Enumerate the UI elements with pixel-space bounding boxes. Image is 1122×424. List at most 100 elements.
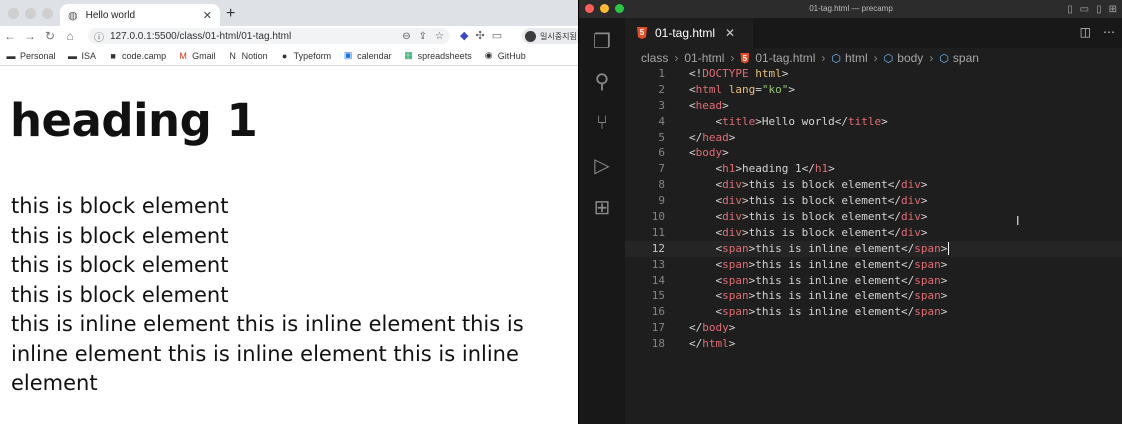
bookmark-gmail[interactable]: M Gmail	[178, 51, 215, 61]
minimize-window-button[interactable]	[25, 8, 36, 19]
code-line[interactable]: 9 <div>this is block element</div>	[625, 193, 1122, 209]
code-line[interactable]: 15 <span>this is inline element</span>	[625, 288, 1122, 304]
code-line[interactable]: 17 </body>	[625, 320, 1122, 336]
breadcrumb-item[interactable]: body	[897, 51, 923, 65]
maximize-window-button[interactable]	[615, 4, 624, 13]
bookmark-codecamp[interactable]: ■ code.camp	[108, 51, 166, 61]
forward-arrow-icon[interactable]: →	[20, 29, 40, 43]
code-line[interactable]: 14 <span>this is inline element</span>	[625, 273, 1122, 289]
bookmark-isa[interactable]: ▬ ISA	[68, 51, 96, 61]
code-text[interactable]: <span>this is inline element</span>	[689, 288, 948, 304]
code-line[interactable]: 4 <title>Hello world</title>	[625, 114, 1122, 130]
close-window-button[interactable]	[585, 4, 594, 13]
sidebar-icon[interactable]: ▭	[492, 29, 502, 42]
code-text[interactable]: <html lang="ko">	[689, 82, 795, 98]
avatar	[525, 30, 536, 42]
back-arrow-icon[interactable]: ←	[0, 29, 20, 43]
code-text[interactable]: <body>	[689, 145, 729, 161]
address-bar[interactable]: ⓘ 127.0.0.1:5500/class/01-html/01-tag.ht…	[88, 28, 450, 44]
profile-button[interactable]: 일시중지됨	[522, 28, 578, 44]
breadcrumb-item[interactable]: span	[953, 51, 979, 65]
code-line[interactable]: 8 <div>this is block element</div>	[625, 177, 1122, 193]
code-text[interactable]: <title>Hello world</title>	[689, 114, 888, 130]
url-text[interactable]: 127.0.0.1:5500/class/01-html/01-tag.html	[110, 31, 394, 42]
tab-label: 01-tag.html	[655, 26, 716, 40]
code-line[interactable]: 12 <span>this is inline element</span>	[625, 241, 1122, 257]
breadcrumb: class › 01-html › 5 01-tag.html › ⬡ html…	[641, 50, 979, 66]
source-control-icon[interactable]: ⑂	[587, 108, 617, 138]
breadcrumb-item[interactable]: html	[845, 51, 868, 65]
code-text[interactable]: </body>	[689, 320, 735, 336]
code-text[interactable]: <span>this is inline element</span>	[689, 304, 948, 320]
block-element-text: this is block element	[11, 253, 229, 277]
activity-bar: ❐ ⚲ ⑂ ▷ ⊞	[579, 18, 625, 424]
code-text[interactable]: <div>this is block element</div>	[689, 209, 928, 225]
new-tab-button[interactable]: +	[226, 5, 235, 23]
code-text[interactable]: <div>this is block element</div>	[689, 225, 928, 241]
code-text[interactable]: </html>	[689, 336, 735, 352]
code-text[interactable]: <div>this is block element</div>	[689, 177, 928, 193]
home-icon[interactable]: ⌂	[60, 29, 80, 43]
run-debug-icon[interactable]: ▷	[587, 150, 617, 180]
code-text[interactable]: <span>this is inline element</span>	[689, 257, 948, 273]
code-line[interactable]: 10 <div>this is block element</div>	[625, 209, 1122, 225]
code-line[interactable]: 1 <!DOCTYPE html>	[625, 66, 1122, 82]
bookmark-typeform[interactable]: ● Typeform	[280, 51, 331, 61]
code-text[interactable]: </head>	[689, 130, 735, 146]
code-text[interactable]: <div>this is block element</div>	[689, 193, 928, 209]
code-text[interactable]: <span>this is inline element</span>	[689, 241, 950, 257]
bookmark-personal[interactable]: ▬ Personal	[6, 51, 56, 61]
toggle-secondary-sidebar-icon[interactable]: ▯	[1096, 1, 1102, 19]
bookmark-notion[interactable]: N Notion	[228, 51, 267, 61]
code-line[interactable]: 5 </head>	[625, 130, 1122, 146]
line-number: 13	[651, 257, 665, 271]
reload-icon[interactable]: ↻	[40, 29, 60, 43]
customize-layout-icon[interactable]: ⊞	[1109, 1, 1117, 19]
line-number: 18	[651, 337, 665, 351]
more-actions-icon[interactable]: ⋯	[1103, 25, 1115, 39]
search-icon[interactable]: ⚲	[587, 66, 617, 96]
browser-tab-bar: ◍ Hello world ✕ +	[0, 0, 578, 26]
zoom-icon[interactable]: ⊖	[402, 31, 410, 42]
extension-diamond-icon[interactable]: ◆	[460, 29, 468, 42]
code-line[interactable]: 18 </html>	[625, 336, 1122, 352]
code-line[interactable]: 6 <body>	[625, 145, 1122, 161]
breadcrumb-item[interactable]: 01-html	[684, 51, 724, 65]
breadcrumb-item[interactable]: 01-tag.html	[755, 51, 815, 65]
code-text[interactable]: <!DOCTYPE html>	[689, 66, 788, 82]
code-text[interactable]: <head>	[689, 98, 729, 114]
code-text[interactable]: <h1>heading 1</h1>	[689, 161, 835, 177]
code-line[interactable]: 3 <head>	[625, 98, 1122, 114]
browser-tab-hello-world[interactable]: ◍ Hello world ✕	[60, 4, 220, 26]
code-line[interactable]: 7 <h1>heading 1</h1>	[625, 161, 1122, 177]
code-editor[interactable]: 1 <!DOCTYPE html> 2 <html lang="ko"> 3 <head>…	[625, 66, 1122, 352]
toggle-sidebar-icon[interactable]: ▯	[1067, 1, 1073, 19]
site-info-icon[interactable]: ⓘ	[94, 29, 104, 44]
code-line[interactable]: 13 <span>this is inline element</span>	[625, 257, 1122, 273]
split-editor-icon[interactable]: ◫	[1080, 25, 1091, 39]
tab-01-tag-html[interactable]: 5 01-tag.html ✕	[625, 18, 753, 48]
extensions-puzzle-icon[interactable]: ✣	[475, 29, 484, 42]
close-window-button[interactable]	[8, 8, 19, 19]
extensions-area: ◆ ✣ ▭	[460, 29, 502, 42]
toggle-panel-icon[interactable]: ▭	[1080, 1, 1089, 19]
extensions-icon[interactable]: ⊞	[587, 192, 617, 222]
code-line[interactable]: 2 <html lang="ko">	[625, 82, 1122, 98]
breadcrumb-item[interactable]: class	[641, 51, 668, 65]
bookmark-github[interactable]: ◉ GitHub	[484, 50, 526, 61]
minimize-window-button[interactable]	[600, 4, 609, 13]
code-line[interactable]: 16 <span>this is inline element</span>	[625, 304, 1122, 320]
bookmark-spreadsheets[interactable]: ▦ spreadsheets	[404, 50, 471, 61]
code-line[interactable]: 11 <div>this is block element</div>	[625, 225, 1122, 241]
line-number: 6	[658, 146, 665, 160]
explorer-files-icon[interactable]: ❐	[587, 26, 617, 56]
line-number: 17	[651, 321, 665, 335]
code-text[interactable]: <span>this is inline element</span>	[689, 273, 948, 289]
bookmark-star-icon[interactable]: ☆	[435, 31, 444, 42]
block-element-text: this is block element	[11, 223, 229, 248]
share-icon[interactable]: ⇪	[419, 31, 427, 42]
close-icon[interactable]: ✕	[725, 26, 735, 40]
bookmark-calendar[interactable]: ▣ calendar	[343, 50, 392, 61]
maximize-window-button[interactable]	[42, 8, 53, 19]
close-icon[interactable]: ✕	[203, 9, 212, 22]
